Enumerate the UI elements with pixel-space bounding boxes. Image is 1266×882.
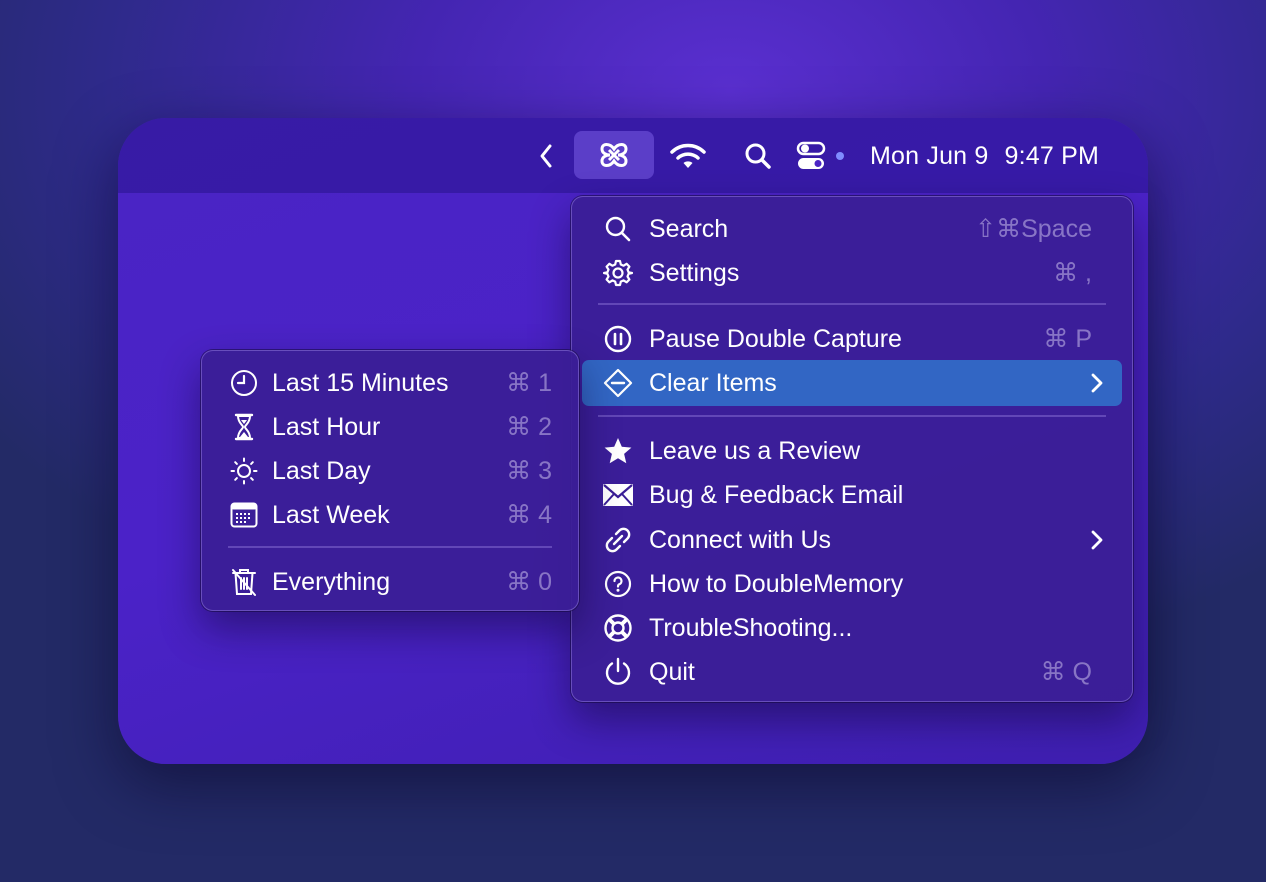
clear-diamond-icon: [602, 367, 634, 399]
power-icon: [602, 656, 634, 688]
submenu-item-everything[interactable]: Everything ⌘ 0: [212, 559, 568, 605]
submenu-item-label: Last Hour: [272, 412, 381, 441]
chevron-right-icon: [1086, 371, 1106, 395]
shortcut-hint: ⌘ Q: [1040, 658, 1092, 686]
clear-items-submenu: Last 15 Minutes ⌘ 1 Last Hour ⌘ 2 Last D…: [201, 350, 579, 611]
clock-icon: [228, 367, 260, 399]
envelope-icon: [602, 479, 634, 511]
menu-item-how-to[interactable]: How to DoubleMemory: [582, 561, 1122, 607]
chevron-left-icon[interactable]: [532, 136, 560, 176]
trash-slash-icon: [228, 566, 260, 598]
menu-item-search[interactable]: Search ⇧⌘Space: [582, 206, 1122, 252]
menu-separator: [598, 303, 1106, 305]
gear-icon: [602, 257, 634, 289]
submenu-item-label: Everything: [272, 567, 391, 596]
pause-circle-icon: [602, 323, 634, 355]
shortcut-hint: ⌘ P: [1043, 325, 1092, 353]
menu-item-label: Bug & Feedback Email: [649, 480, 904, 509]
menu-separator: [598, 415, 1106, 417]
submenu-item-last-day[interactable]: Last Day ⌘ 3: [212, 448, 568, 494]
question-circle-icon: [602, 568, 634, 600]
submenu-item-label: Last 15 Minutes: [272, 368, 449, 397]
menu-item-review[interactable]: Leave us a Review: [582, 428, 1122, 474]
submenu-item-label: Last Week: [272, 500, 390, 529]
submenu-item-label: Last Day: [272, 456, 371, 485]
menubar-clock[interactable]: Mon Jun 9 9:47 PM: [870, 138, 1099, 174]
control-center-icon[interactable]: [794, 136, 854, 176]
shortcut-hint: ⌘ 3: [506, 457, 552, 485]
menu-item-label: Leave us a Review: [649, 436, 861, 465]
shortcut-hint: ⇧⌘Space: [975, 215, 1092, 243]
double-capture-app-icon[interactable]: [574, 131, 654, 179]
shortcut-hint: ⌘ 4: [506, 501, 552, 529]
submenu-item-last-week[interactable]: Last Week ⌘ 4: [212, 492, 568, 538]
calendar-icon: [228, 499, 260, 531]
wifi-icon[interactable]: [666, 136, 710, 176]
menu-item-connect[interactable]: Connect with Us: [582, 517, 1122, 563]
submenu-item-last-15-minutes[interactable]: Last 15 Minutes ⌘ 1: [212, 360, 568, 406]
submenu-item-last-hour[interactable]: Last Hour ⌘ 2: [212, 404, 568, 450]
menu-item-feedback-email[interactable]: Bug & Feedback Email: [582, 472, 1122, 518]
menu-item-quit[interactable]: Quit ⌘ Q: [582, 649, 1122, 695]
hourglass-icon: [228, 411, 260, 443]
menu-item-label: Search: [649, 214, 729, 243]
menu-bar: Mon Jun 9 9:47 PM: [118, 118, 1148, 193]
search-icon[interactable]: [738, 136, 778, 176]
menu-item-label: Settings: [649, 258, 740, 287]
shortcut-hint: ⌘ ,: [1053, 259, 1092, 287]
sun-icon: [228, 455, 260, 487]
shortcut-hint: ⌘ 1: [506, 369, 552, 397]
shortcut-hint: ⌘ 0: [506, 568, 552, 596]
menu-item-label: Connect with Us: [649, 525, 832, 554]
link-icon: [602, 524, 634, 556]
menu-item-label: How to DoubleMemory: [649, 569, 904, 598]
app-dropdown-menu: Search ⇧⌘Space Settings ⌘ , Pause Double…: [571, 196, 1133, 702]
lifebuoy-icon: [602, 612, 634, 644]
star-icon: [602, 435, 634, 467]
menu-item-settings[interactable]: Settings ⌘ ,: [582, 250, 1122, 296]
menubar-date: Mon Jun 9: [870, 141, 989, 170]
shortcut-hint: ⌘ 2: [506, 413, 552, 441]
chevron-right-icon: [1086, 528, 1106, 552]
menubar-time: 9:47 PM: [1004, 141, 1100, 170]
menu-item-clear-items[interactable]: Clear Items: [582, 360, 1122, 406]
menu-separator: [228, 546, 552, 548]
search-icon: [602, 213, 634, 245]
menu-item-label: Clear Items: [649, 368, 777, 397]
menu-item-label: TroubleShooting...: [649, 613, 853, 642]
menu-item-label: Pause Double Capture: [649, 324, 902, 353]
menu-item-pause[interactable]: Pause Double Capture ⌘ P: [582, 316, 1122, 362]
menu-item-troubleshooting[interactable]: TroubleShooting...: [582, 605, 1122, 651]
menu-item-label: Quit: [649, 657, 695, 686]
